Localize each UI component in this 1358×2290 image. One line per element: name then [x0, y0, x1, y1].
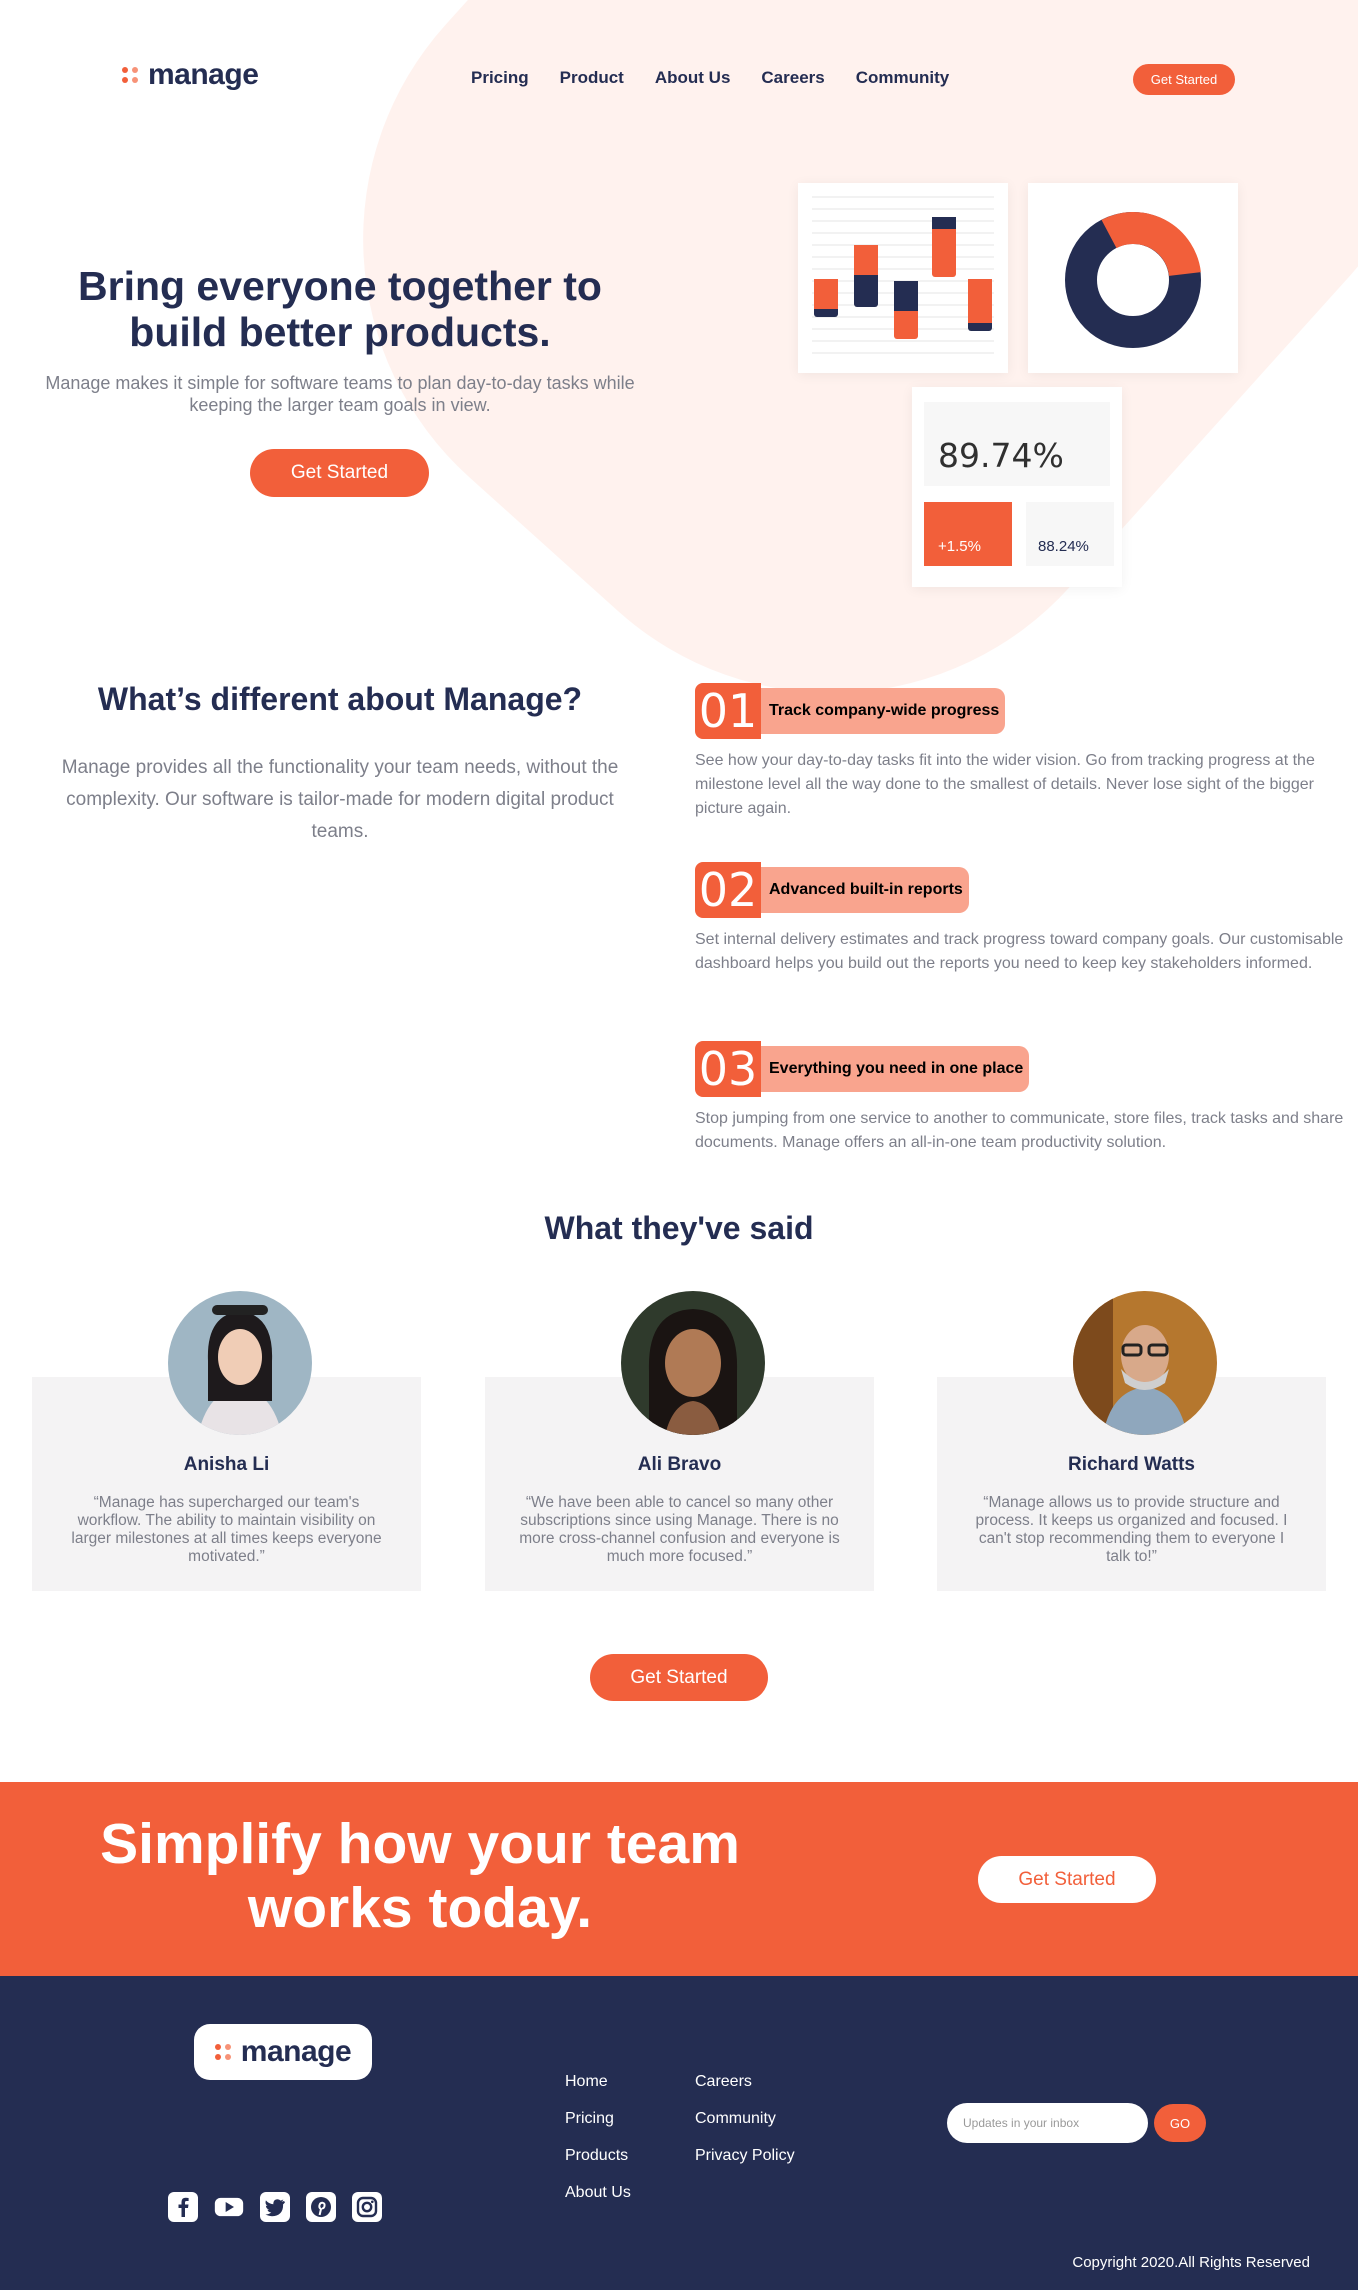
- nav-community[interactable]: Community: [856, 68, 950, 88]
- footer-links-col1: Home Pricing Products About Us: [565, 2073, 631, 2221]
- facebook-icon[interactable]: [168, 2192, 198, 2222]
- testimonial-name: Ali Bravo: [637, 1454, 722, 1475]
- donut-chart-card: [1028, 183, 1238, 373]
- different-title: What’s different about Manage?: [97, 681, 583, 717]
- footer-link-products[interactable]: Products: [565, 2147, 631, 2184]
- hero-subtitle: Manage makes it simple for software team…: [45, 373, 635, 415]
- footer: [0, 1976, 1358, 2290]
- bar-chart-illustration: [812, 196, 994, 354]
- feature-item: 01 Track company-wide progress See how y…: [695, 683, 1345, 821]
- bar-chart-card: [798, 183, 1008, 373]
- hero-title: Bring everyone together to build better …: [78, 263, 602, 355]
- feature-label: Everything you need in one place: [761, 1046, 1030, 1092]
- avatar-ali-bravo: [621, 1291, 765, 1435]
- footer-link-community[interactable]: Community: [695, 2110, 795, 2147]
- feature-description: See how your day-to-day tasks fit into t…: [695, 752, 1315, 817]
- testimonial-quote: “Manage allows us to provide structure a…: [975, 1494, 1288, 1565]
- logo-dots-icon: [214, 2044, 231, 2060]
- logo-text: manage: [148, 58, 259, 91]
- main-nav: Pricing Product About Us Careers Communi…: [471, 68, 949, 88]
- footer-logo[interactable]: manage: [194, 2024, 372, 2080]
- stats-card: 89.74% +1.5% 88.24%: [912, 387, 1122, 587]
- pinterest-icon[interactable]: [306, 2192, 336, 2222]
- feature-item: 03 Everything you need in one place Stop…: [695, 1041, 1345, 1155]
- header-get-started-button[interactable]: Get Started: [1133, 64, 1235, 95]
- nav-careers[interactable]: Careers: [761, 68, 824, 88]
- newsletter-go-button[interactable]: GO: [1154, 2104, 1206, 2142]
- footer-logo-text: manage: [240, 2035, 352, 2068]
- nav-pricing[interactable]: Pricing: [471, 68, 529, 88]
- feature-description: Set internal delivery estimates and trac…: [695, 931, 1344, 972]
- social-icons: [168, 2192, 382, 2222]
- cta-get-started-button[interactable]: Get Started: [978, 1856, 1156, 1903]
- logo-dots-icon: [122, 67, 138, 83]
- feature-label: Track company-wide progress: [761, 688, 1006, 734]
- testimonial-quote: “We have been able to cancel so many oth…: [519, 1494, 840, 1565]
- footer-links-col2: Careers Community Privacy Policy: [695, 2073, 795, 2184]
- stat-change-value: +1.5%: [924, 502, 1012, 566]
- stat-secondary-value: 88.24%: [1026, 502, 1114, 566]
- footer-link-pricing[interactable]: Pricing: [565, 2110, 631, 2147]
- cta-title: Simplify how your team works today.: [100, 1812, 740, 1940]
- testimonial-name: Richard Watts: [1067, 1454, 1196, 1475]
- footer-link-careers[interactable]: Careers: [695, 2073, 795, 2110]
- feature-description: Stop jumping from one service to another…: [695, 1110, 1344, 1151]
- newsletter-email-input[interactable]: Updates in your inbox: [947, 2103, 1148, 2143]
- feature-number: 01: [695, 683, 761, 739]
- nav-product[interactable]: Product: [560, 68, 624, 88]
- testimonials-title: What they've said: [544, 1210, 814, 1246]
- site-logo[interactable]: manage: [122, 58, 259, 92]
- testimonial-name: Anisha Li: [183, 1454, 270, 1475]
- footer-link-about-us[interactable]: About Us: [565, 2184, 631, 2221]
- footer-link-privacy-policy[interactable]: Privacy Policy: [695, 2147, 795, 2184]
- feature-label: Advanced built-in reports: [761, 867, 969, 913]
- donut-chart-illustration: [1065, 211, 1201, 348]
- twitter-icon[interactable]: [260, 2192, 290, 2222]
- avatar-anisha-li: [168, 1291, 312, 1435]
- instagram-icon[interactable]: [352, 2192, 382, 2222]
- testimonial-quote: “Manage has supercharged our team's work…: [71, 1494, 382, 1565]
- footer-link-home[interactable]: Home: [565, 2073, 631, 2110]
- nav-about-us[interactable]: About Us: [655, 68, 731, 88]
- feature-item: 02 Advanced built-in reports Set interna…: [695, 862, 1345, 976]
- feature-number: 03: [695, 1041, 761, 1097]
- hero-get-started-button[interactable]: Get Started: [250, 449, 429, 497]
- youtube-icon[interactable]: [214, 2192, 244, 2222]
- different-text: Manage provides all the functionality yo…: [61, 757, 619, 842]
- feature-number: 02: [695, 862, 761, 918]
- stat-main-value: 89.74%: [924, 402, 1110, 486]
- avatar-richard-watts: [1073, 1291, 1217, 1435]
- copyright-text: Copyright 2020.All Rights Reserved: [1072, 2254, 1310, 2271]
- testimonials-get-started-button[interactable]: Get Started: [590, 1654, 768, 1701]
